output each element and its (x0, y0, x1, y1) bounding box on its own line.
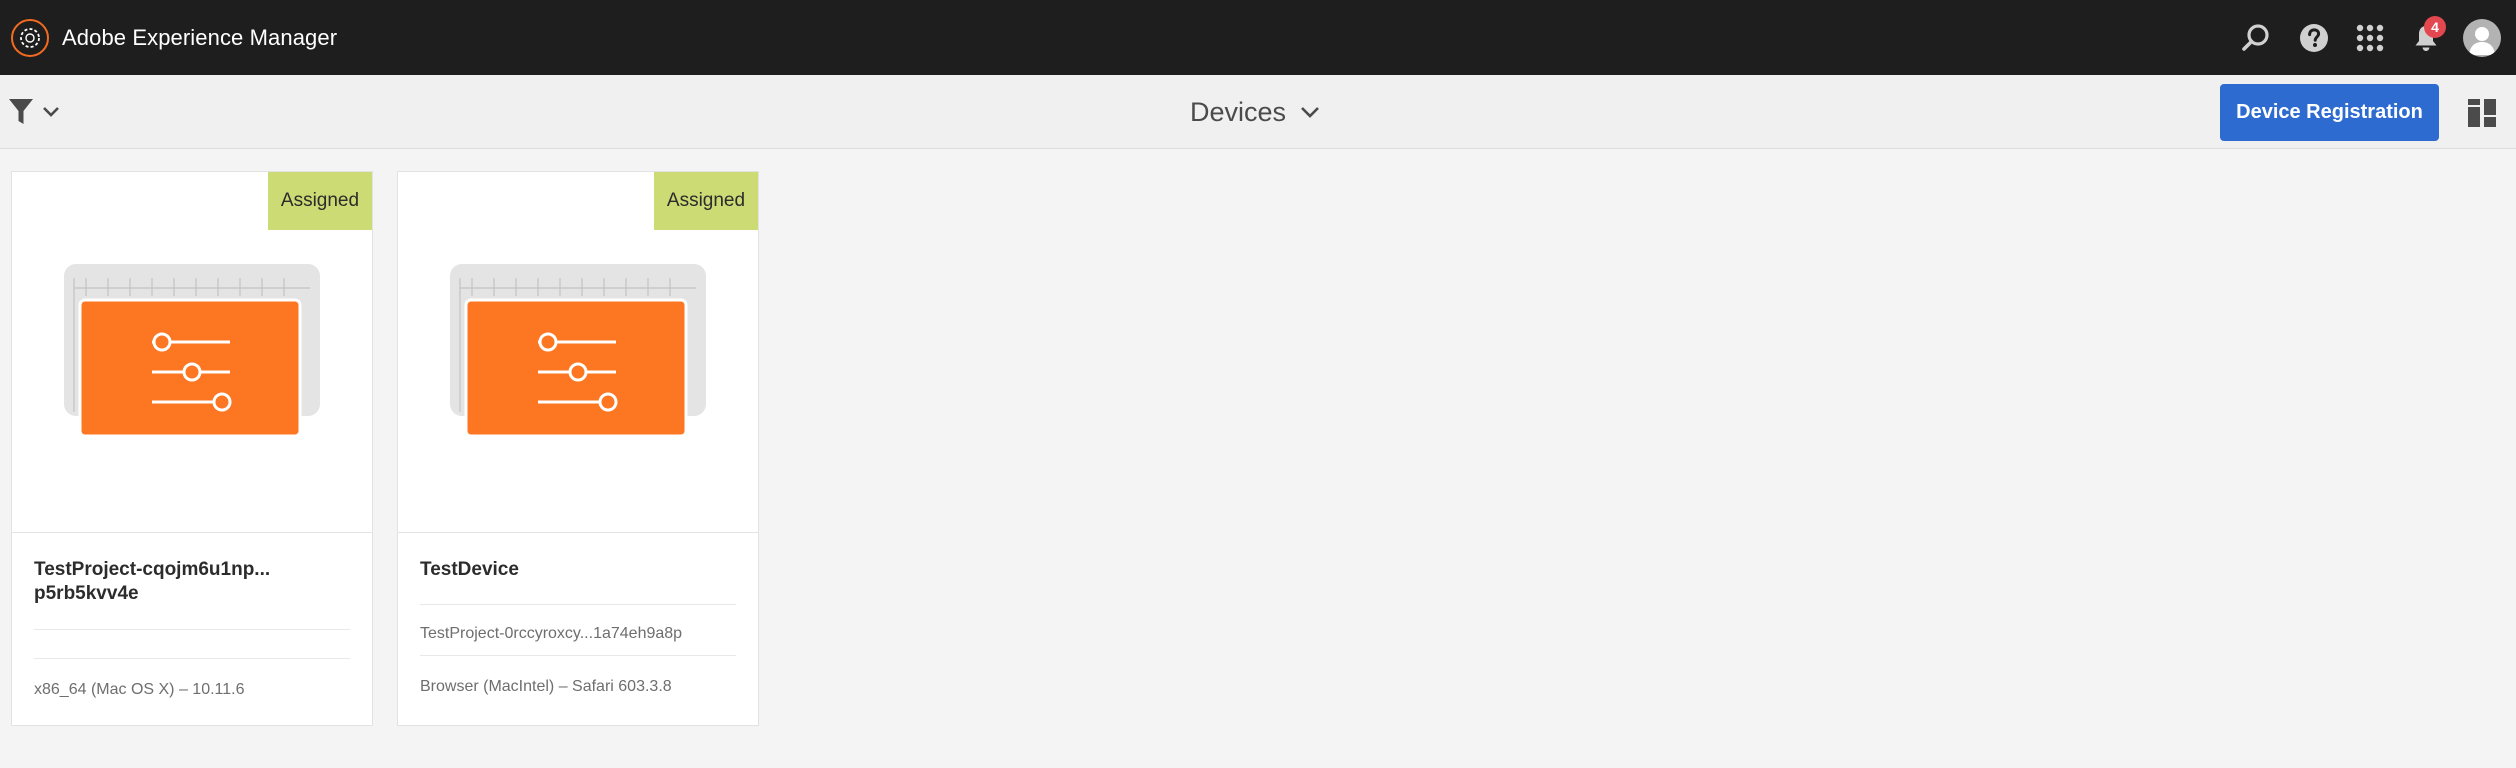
device-name-continued: p5rb5kvv4e (34, 583, 139, 604)
user-avatar-icon (2463, 18, 2501, 57)
status-badge: Assigned (654, 172, 758, 230)
device-name: TestProject-cqojm6u1np... (34, 559, 271, 580)
card-body: TestDevice TestProject-0rccyroxcy...1a74… (420, 558, 738, 696)
aem-logo-icon (11, 18, 49, 57)
device-registration-button[interactable]: Device Registration (2220, 84, 2439, 141)
device-project: TestProject-0rccyroxcy...1a74eh9a8p (420, 625, 683, 642)
filter-rail-toggle[interactable] (8, 89, 72, 135)
search-icon (2242, 23, 2269, 51)
global-header: Adobe Experience Manager 4 (0, 0, 2516, 75)
solutions-button[interactable] (2342, 10, 2398, 66)
view-switcher-button[interactable] (2466, 97, 2498, 129)
view-title-switcher[interactable]: Devices (1190, 91, 1320, 133)
notification-count-badge: 4 (2424, 15, 2446, 38)
device-config-icon (64, 264, 320, 438)
action-bar: Devices Device Registration (0, 75, 2516, 149)
divider (34, 658, 350, 659)
device-name: TestDevice (420, 559, 519, 580)
device-platform: x86_64 (Mac OS X) – 10.11.6 (34, 681, 245, 698)
profile-button[interactable] (2454, 10, 2510, 66)
page-title: Devices (1190, 96, 1287, 127)
device-card[interactable]: Assigned TestProject-cqojm6u1np... p5rb5… (11, 171, 373, 726)
grid-apps-icon (2356, 24, 2384, 51)
help-button[interactable] (2286, 10, 2342, 66)
chevron-down-icon (43, 107, 59, 117)
divider (420, 655, 736, 656)
device-config-icon (450, 264, 706, 438)
divider (420, 604, 736, 605)
help-icon (2300, 23, 2328, 52)
device-platform: Browser (MacIntel) – Safari 603.3.8 (420, 678, 672, 695)
device-thumbnail: Assigned (12, 172, 372, 533)
device-project (34, 630, 352, 658)
header-actions: 4 (2228, 0, 2516, 75)
chevron-down-icon (1301, 106, 1319, 118)
search-button[interactable] (2228, 10, 2284, 66)
brand-home-link[interactable]: Adobe Experience Manager (0, 0, 337, 75)
app-title: Adobe Experience Manager (62, 24, 338, 50)
card-view-icon (2468, 99, 2496, 127)
notifications-button[interactable]: 4 (2398, 10, 2454, 66)
status-badge: Assigned (268, 172, 372, 230)
device-thumbnail: Assigned (398, 172, 758, 533)
filter-icon (9, 99, 33, 124)
device-card[interactable]: Assigned TestDevice TestProject-0rccyrox… (397, 171, 759, 726)
card-body: TestProject-cqojm6u1np... p5rb5kvv4e x86… (34, 558, 352, 699)
